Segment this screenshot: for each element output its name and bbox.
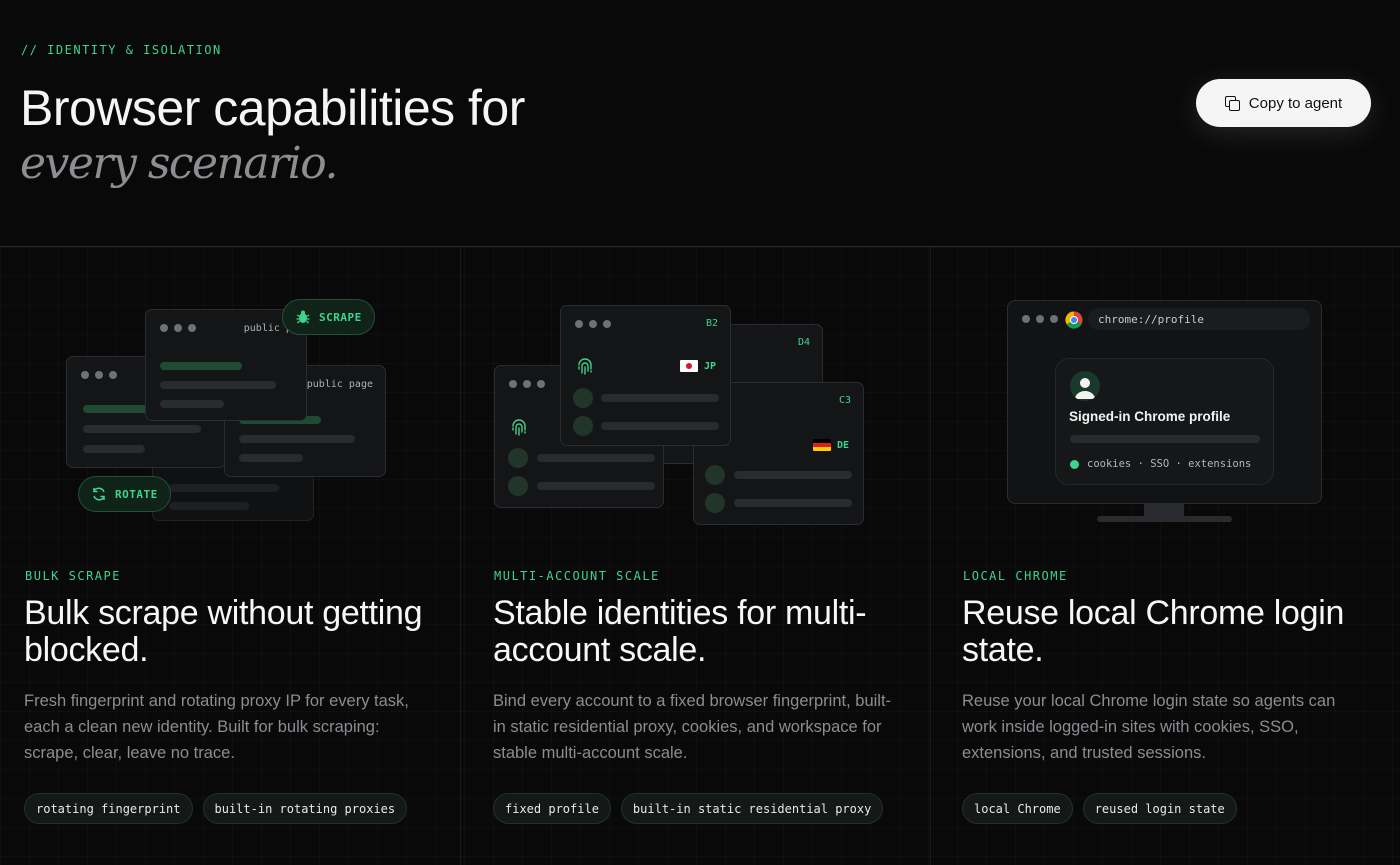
browser-window: public page	[145, 309, 307, 421]
copy-to-agent-button[interactable]: Copy to agent	[1196, 79, 1371, 127]
card-tags: rotating fingerprint built-in rotating p…	[24, 793, 408, 824]
card-description: Fresh fingerprint and rotating proxy IP …	[24, 692, 409, 762]
card-description: Bind every account to a fixed browser fi…	[493, 692, 892, 762]
tag: local Chrome	[962, 793, 1073, 824]
card-local-chrome: chrome://profile Signed-in Chrome profil…	[938, 247, 1400, 865]
card-title: Bulk scrape without getting blocked.	[24, 594, 423, 669]
bug-icon	[296, 310, 310, 324]
tag: built-in rotating proxies	[202, 793, 408, 824]
card-tags: local Chrome reused login state	[962, 793, 1237, 824]
tag: reused login state	[1082, 793, 1237, 824]
profile-title: Signed-in Chrome profile	[1069, 409, 1231, 424]
window-id: D4	[797, 337, 810, 348]
fingerprint-icon	[578, 358, 592, 375]
section-eyebrow: // IDENTITY & ISOLATION	[21, 43, 222, 57]
monitor-base	[1097, 516, 1232, 522]
local-chrome-illustration: chrome://profile Signed-in Chrome profil…	[938, 247, 1400, 547]
scrape-badge-label: SCRAPE	[319, 310, 362, 324]
profile-meta: cookies · SSO · extensions	[1087, 458, 1252, 470]
country-code: JP	[703, 360, 716, 372]
copy-to-agent-label: Copy to agent	[1248, 94, 1343, 112]
card-multi-account: D4 C3 DE B2 JP MULTI-ACCOUNT SCALE Stabl…	[469, 247, 938, 865]
hero-section: // IDENTITY & ISOLATION Browser capabili…	[0, 0, 1400, 247]
browser-window: B2 JP	[560, 305, 731, 446]
address-bar: chrome://profile	[1088, 308, 1310, 330]
fingerprint-icon	[512, 419, 526, 436]
page-subtitle: every scenario.	[20, 138, 338, 189]
card-tags: fixed profile built-in static residentia…	[493, 793, 884, 824]
page-title: Browser capabilities for	[20, 80, 525, 136]
card-description: Reuse your local Chrome login state so a…	[962, 692, 1336, 762]
avatar	[1070, 371, 1100, 401]
tag: fixed profile	[493, 793, 611, 824]
card-title: Reuse local Chrome login state.	[962, 594, 1345, 669]
scrape-badge: SCRAPE	[282, 299, 375, 335]
window-id: B2	[705, 318, 718, 329]
japan-flag-icon	[679, 360, 698, 372]
monitor-stand	[1144, 504, 1184, 516]
tag: built-in static residential proxy	[620, 793, 884, 824]
window-label: public page	[306, 379, 373, 390]
copy-icon	[1224, 96, 1240, 111]
rotate-icon	[93, 487, 105, 501]
tag: rotating fingerprint	[24, 793, 193, 824]
rotate-badge-label: ROTATE	[115, 487, 158, 501]
card-bulk-scrape: public page public page SCRAPE ROTATE BU…	[0, 247, 469, 865]
profile-card: Signed-in Chrome profile cookies · SSO ·…	[1055, 358, 1274, 485]
window-id: C3	[838, 395, 851, 406]
rotate-badge: ROTATE	[78, 476, 171, 512]
chrome-logo-icon	[1065, 311, 1083, 329]
monitor-screen: chrome://profile Signed-in Chrome profil…	[1007, 300, 1322, 504]
germany-flag-icon	[812, 439, 831, 451]
multi-account-illustration: D4 C3 DE B2 JP	[469, 247, 938, 547]
user-icon	[1075, 378, 1095, 399]
bulk-scrape-illustration: public page public page SCRAPE ROTATE	[0, 247, 469, 547]
country-code: DE	[836, 439, 849, 451]
card-eyebrow: LOCAL CHROME	[963, 569, 1068, 583]
card-eyebrow: BULK SCRAPE	[25, 569, 121, 583]
card-title: Stable identities for multi-account scal…	[493, 594, 867, 669]
card-eyebrow: MULTI-ACCOUNT SCALE	[494, 569, 660, 583]
status-dot-icon	[1070, 459, 1079, 469]
